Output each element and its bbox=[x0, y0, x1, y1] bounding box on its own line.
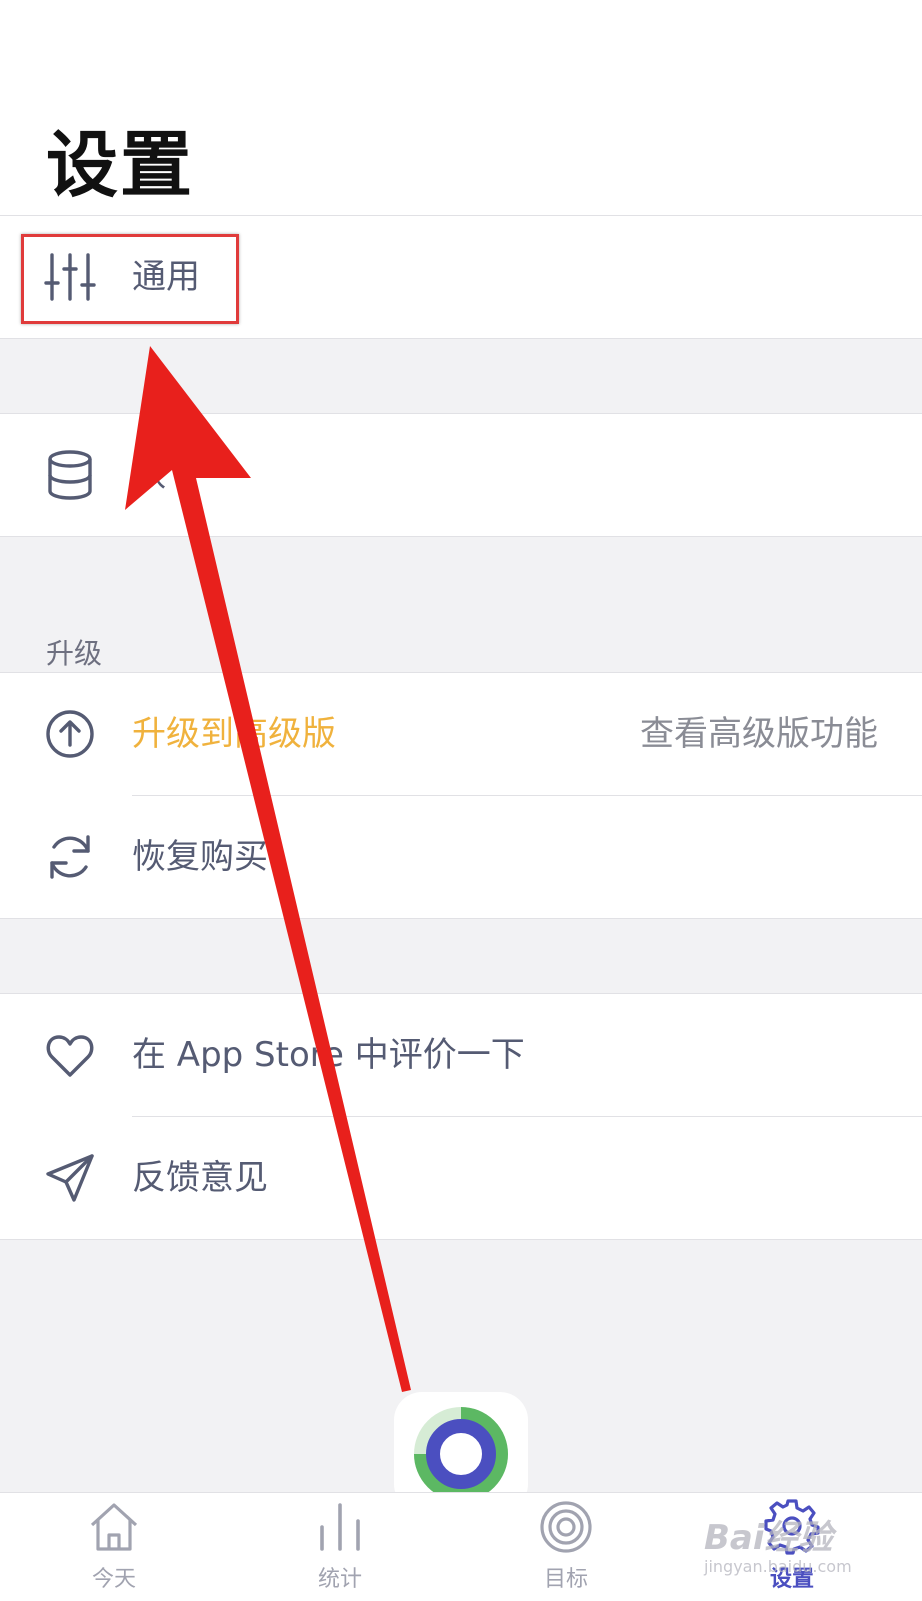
highlight-box bbox=[21, 234, 239, 324]
tab-stats[interactable]: 统计 bbox=[280, 1499, 400, 1599]
home-icon bbox=[86, 1499, 142, 1555]
data-group: 数 bbox=[0, 413, 922, 537]
header: 设置 bbox=[0, 0, 922, 221]
refresh-icon bbox=[44, 831, 96, 883]
data-row[interactable]: 数 bbox=[0, 414, 922, 536]
feedback-group: 在 App Store 中评价一下 反馈意见 bbox=[0, 993, 922, 1240]
data-label: 数 bbox=[132, 455, 166, 495]
rate-label: 在 App Store 中评价一下 bbox=[132, 1035, 525, 1075]
upgrade-row[interactable]: 升级到高级版 查看高级版功能 bbox=[0, 673, 922, 795]
feedback-row[interactable]: 反馈意见 bbox=[0, 1117, 922, 1239]
tab-goals[interactable]: 目标 bbox=[506, 1499, 626, 1599]
database-icon bbox=[44, 449, 96, 501]
upgrade-group: 升级到高级版 查看高级版功能 恢复购买 bbox=[0, 672, 922, 919]
tab-today[interactable]: 今天 bbox=[54, 1499, 174, 1599]
progress-ring-icon bbox=[414, 1407, 508, 1501]
page-title: 设置 bbox=[46, 123, 195, 207]
tab-goals-label: 目标 bbox=[543, 1567, 588, 1592]
restore-row[interactable]: 恢复购买 bbox=[0, 796, 922, 918]
bar-chart-icon bbox=[312, 1499, 368, 1555]
watermark-url: jingyan.baidu.com bbox=[704, 1557, 852, 1576]
watermark: Bai经验 jingyan.baidu.com bbox=[704, 1510, 852, 1576]
tab-today-label: 今天 bbox=[91, 1567, 136, 1592]
upgrade-label: 升级到高级版 bbox=[132, 714, 336, 754]
arrow-up-circle-icon bbox=[44, 708, 96, 760]
target-icon bbox=[538, 1499, 594, 1555]
heart-icon bbox=[44, 1029, 96, 1081]
restore-label: 恢复购买 bbox=[132, 837, 268, 877]
rate-row[interactable]: 在 App Store 中评价一下 bbox=[0, 994, 922, 1116]
upgrade-detail: 查看高级版功能 bbox=[640, 714, 878, 754]
watermark-brand: Bai经验 bbox=[704, 1518, 833, 1558]
feedback-label: 反馈意见 bbox=[132, 1158, 268, 1198]
send-icon bbox=[44, 1152, 96, 1204]
tab-stats-label: 统计 bbox=[317, 1567, 362, 1592]
upgrade-section-header: 升级 bbox=[46, 637, 103, 670]
